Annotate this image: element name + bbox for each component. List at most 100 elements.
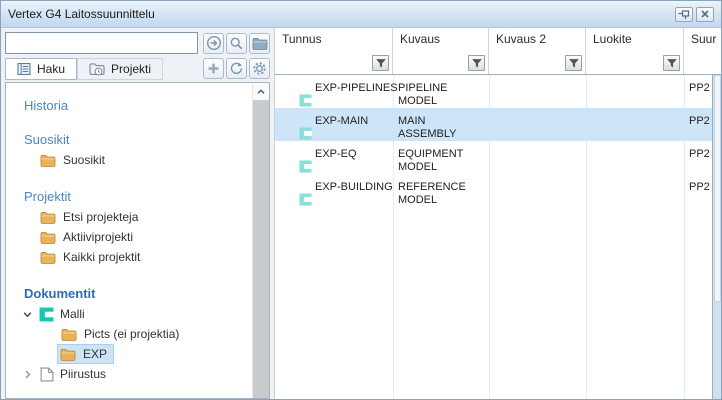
tree-item-exp-selection[interactable]: EXP <box>57 344 114 364</box>
model-icon <box>299 127 312 140</box>
cell-tunnus: EXP-PIPELINES <box>275 75 393 108</box>
tab-haku[interactable]: Haku <box>5 58 77 80</box>
table-row-exp-pipelines[interactable]: EXP-PIPELINES PIPELINE MODEL PP2 <box>275 75 712 108</box>
search-input[interactable] <box>5 32 198 54</box>
column-header-kuvaus[interactable]: Kuvaus <box>393 28 489 74</box>
title-bar[interactable]: Vertex G4 Laitossuunnittelu <box>1 1 721 28</box>
cell-text: EXP-EQ <box>315 148 357 160</box>
add-button[interactable] <box>203 58 224 79</box>
scrollbar-thumb[interactable] <box>714 75 721 302</box>
filter-button[interactable] <box>663 55 680 71</box>
search-row <box>5 32 270 54</box>
search-button[interactable] <box>226 33 247 54</box>
cell-kuvaus-2 <box>489 75 586 108</box>
cell-tunnus: EXP-BUILDING <box>275 174 393 207</box>
cell-luokite <box>586 174 684 207</box>
table-scrollbar[interactable] <box>712 75 721 399</box>
tree-item-exp[interactable]: EXP <box>6 344 269 364</box>
scrollbar-thumb[interactable] <box>253 100 269 398</box>
column-header-tunnus[interactable]: Tunnus <box>275 28 393 74</box>
chevron-right-icon[interactable] <box>22 369 33 380</box>
filter-button[interactable] <box>468 55 485 71</box>
cell-luokite <box>586 108 684 141</box>
tree-item-etsi-projekteja[interactable]: Etsi projekteja <box>6 207 269 227</box>
magnifier-icon <box>229 36 244 51</box>
funnel-icon <box>568 58 580 69</box>
main-area: Haku Projekti <box>1 28 721 399</box>
tab-projekti-label: Projekti <box>111 62 151 76</box>
funnel-icon <box>666 58 678 69</box>
folder-icon <box>61 328 77 341</box>
tree-section-historia[interactable]: Historia <box>24 98 269 113</box>
tree-item-kaikki-projektit[interactable]: Kaikki projektit <box>6 247 269 267</box>
table-row-exp-building[interactable]: EXP-BUILDING REFERENCE MODEL PP2 <box>275 174 712 207</box>
funnel-icon <box>375 58 387 69</box>
cell-tunnus: EXP-EQ <box>275 141 393 174</box>
go-button[interactable] <box>203 33 224 54</box>
cell-kuvaus: REFERENCE MODEL <box>393 174 489 207</box>
folder-icon <box>40 231 56 244</box>
cell-text: EXP-BUILDING <box>315 181 393 193</box>
cell-kuvaus: EQUIPMENT MODEL <box>393 141 489 174</box>
filter-button[interactable] <box>372 55 389 71</box>
scroll-up-button[interactable] <box>253 83 269 100</box>
table-header: Tunnus Kuvaus Kuvaus 2 <box>275 28 721 75</box>
window-title: Vertex G4 Laitossuunnittelu <box>8 7 155 21</box>
arrow-right-circle-icon <box>206 35 222 51</box>
tree-scrollbar[interactable] <box>252 83 269 398</box>
tree-node-label: Malli <box>60 307 85 321</box>
folder-icon <box>252 37 268 50</box>
tree-item-picts[interactable]: Picts (ei projektia) <box>6 324 269 344</box>
folder-icon <box>40 154 56 167</box>
column-header-kuvaus-2[interactable]: Kuvaus 2 <box>489 28 586 74</box>
table-body: EXP-PIPELINES PIPELINE MODEL PP2 EXP-MAI… <box>275 75 712 399</box>
plus-icon <box>206 61 221 76</box>
cell-suur: PP2 <box>684 108 712 141</box>
settings-button[interactable] <box>249 58 270 79</box>
tree-node-piirustus[interactable]: Piirustus <box>6 364 269 384</box>
tree-section-suosikit[interactable]: Suosikit <box>24 132 269 147</box>
app-window: Vertex G4 Laitossuunnittelu <box>0 0 722 400</box>
cell-kuvaus-2 <box>489 174 586 207</box>
column-label: Kuvaus 2 <box>496 32 546 46</box>
cell-kuvaus: PIPELINE MODEL <box>393 75 489 108</box>
tree-node-label: Piirustus <box>60 367 106 381</box>
column-label: Kuvaus <box>400 32 440 46</box>
cell-suur: PP2 <box>684 75 712 108</box>
pin-icon <box>677 8 691 20</box>
cell-luokite <box>586 75 684 108</box>
tab-haku-label: Haku <box>37 62 65 76</box>
tree-item-aktiiviprojekti[interactable]: Aktiiviprojekti <box>6 227 269 247</box>
tree-item-suosikit[interactable]: Suosikit <box>6 150 269 170</box>
open-folder-button[interactable] <box>249 33 270 54</box>
drawing-sheet-icon <box>39 367 54 382</box>
close-button[interactable] <box>696 7 714 22</box>
table-row-exp-main[interactable]: EXP-MAIN MAIN ASSEMBLY PP2 <box>275 108 712 141</box>
left-panel: Haku Projekti <box>1 28 275 399</box>
tab-projekti[interactable]: Projekti <box>77 58 163 80</box>
cell-tunnus: EXP-MAIN <box>275 108 393 141</box>
refresh-button[interactable] <box>226 58 247 79</box>
column-label: Tunnus <box>282 32 322 46</box>
gear-icon <box>252 61 267 76</box>
cell-kuvaus: MAIN ASSEMBLY <box>393 108 489 141</box>
model-icon <box>299 94 312 107</box>
tree-section-dokumentit[interactable]: Dokumentit <box>24 286 269 301</box>
chevron-down-icon[interactable] <box>22 309 33 320</box>
tree-node-malli[interactable]: Malli <box>6 304 269 324</box>
tree-section-projektit[interactable]: Projektit <box>24 189 269 204</box>
navigation-tree: Historia Suosikit Suosikit Projektit Ets… <box>5 82 270 399</box>
table-row-exp-eq[interactable]: EXP-EQ EQUIPMENT MODEL PP2 <box>275 141 712 174</box>
list-form-icon <box>17 62 31 76</box>
tree-item-label: Etsi projekteja <box>63 210 138 224</box>
model-icon <box>299 193 312 206</box>
tree-toolbar <box>201 58 270 79</box>
folder-icon <box>40 251 56 264</box>
window-controls <box>675 7 714 22</box>
cell-kuvaus-2 <box>489 108 586 141</box>
column-header-luokite[interactable]: Luokite <box>586 28 684 74</box>
model-icon <box>39 307 54 322</box>
filter-button[interactable] <box>565 55 582 71</box>
column-header-suur[interactable]: Suur <box>684 28 721 74</box>
pin-button[interactable] <box>675 7 693 22</box>
